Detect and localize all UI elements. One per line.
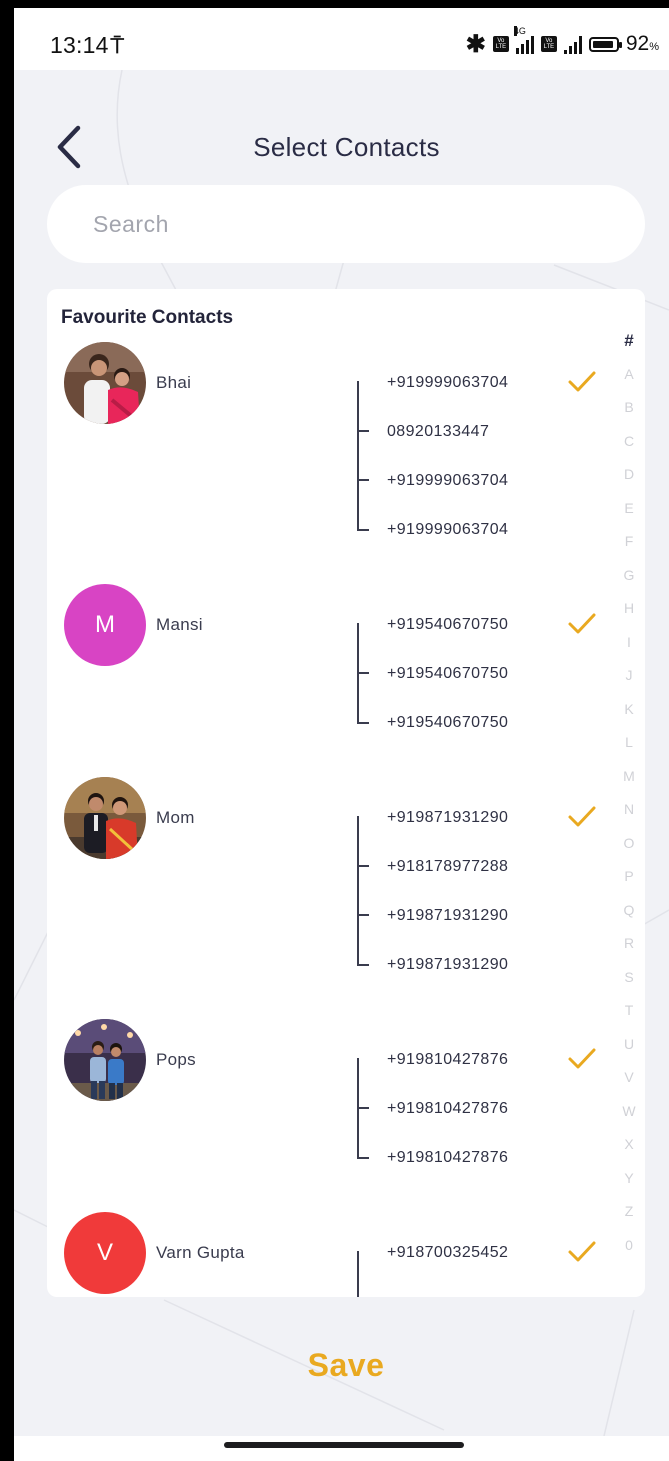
alphabet-index-letter[interactable]: L	[625, 726, 633, 760]
avatar-photo	[64, 777, 146, 859]
phone-number[interactable]: +919810427876	[387, 1149, 508, 1167]
phone-number[interactable]: +919540670750	[387, 665, 508, 683]
alphabet-index-letter[interactable]: J	[626, 659, 633, 693]
jio-icon: ⍑	[110, 33, 124, 58]
status-time: 13:14⍑	[50, 32, 124, 59]
alphabet-index[interactable]: # A B C D E F G H I J K L M N O P Q R S T U V W X Y Z 0	[617, 324, 641, 1262]
avatar-photo	[64, 1019, 146, 1101]
alphabet-index-letter[interactable]: N	[624, 793, 634, 827]
status-icons: ✱ Vo LTE 4G Vo LTE 92%	[465, 26, 659, 58]
phone-number[interactable]: +919999063704	[387, 374, 508, 392]
alphabet-index-letter[interactable]: Y	[624, 1162, 633, 1196]
content-area: Select Contacts Favourite Contacts	[14, 70, 669, 1436]
alphabet-index-letter[interactable]: I	[627, 626, 631, 660]
contact-name: Mom	[156, 808, 195, 827]
alphabet-index-letter[interactable]: H	[624, 592, 634, 626]
bluetooth-icon: ✱	[465, 30, 486, 58]
check-icon[interactable]	[567, 1239, 597, 1265]
alphabet-index-letter[interactable]: R	[624, 927, 634, 961]
home-indicator[interactable]	[224, 1442, 464, 1448]
network-type-label: 4G	[513, 26, 526, 36]
alphabet-index-letter[interactable]: T	[625, 994, 634, 1028]
phone-number[interactable]: 08920133447	[387, 423, 489, 441]
phone-number[interactable]: +919810427876	[387, 1100, 508, 1118]
avatar-photo	[64, 342, 146, 424]
alphabet-index-letter[interactable]: B	[624, 391, 633, 425]
alphabet-index-letter[interactable]: O	[624, 827, 635, 861]
alphabet-index-letter[interactable]: F	[625, 525, 634, 559]
phone-number[interactable]: +919871931290	[387, 809, 508, 827]
alphabet-index-letter[interactable]: Q	[624, 894, 635, 928]
alphabet-index-letter[interactable]: P	[624, 860, 633, 894]
avatar-initial: V	[64, 1212, 146, 1294]
clock: 13:14	[50, 32, 109, 58]
avatar-initial: M	[64, 584, 146, 666]
alphabet-index-letter[interactable]: V	[624, 1061, 633, 1095]
section-title: Favourite Contacts	[61, 307, 234, 328]
phone-number[interactable]: +919871931290	[387, 907, 508, 925]
phone-number[interactable]: +919999063704	[387, 521, 508, 539]
check-icon[interactable]	[567, 1046, 597, 1072]
alphabet-index-letter[interactable]: #	[624, 324, 633, 358]
alphabet-index-letter[interactable]: G	[624, 559, 635, 593]
phone-number[interactable]: +919540670750	[387, 714, 508, 732]
alphabet-index-letter[interactable]: E	[624, 492, 633, 526]
favourites-card: Favourite Contacts Bhai +919999063704 08…	[47, 289, 645, 1297]
phone-number[interactable]: +918700325452	[387, 1244, 508, 1262]
phone-number[interactable]: +919540670750	[387, 616, 508, 634]
alphabet-index-letter[interactable]: C	[624, 425, 634, 459]
alphabet-index-letter[interactable]: Z	[625, 1195, 634, 1229]
contact-name: Varn Gupta	[156, 1243, 245, 1262]
search-input[interactable]	[47, 185, 645, 263]
battery-percent: 92%	[625, 32, 659, 55]
phone-number[interactable]: +919871931290	[387, 956, 508, 974]
alphabet-index-letter[interactable]: K	[624, 693, 633, 727]
save-button[interactable]: Save	[241, 1330, 451, 1400]
alphabet-index-letter[interactable]: A	[624, 358, 633, 392]
alphabet-index-letter[interactable]: M	[623, 760, 635, 794]
check-icon[interactable]	[567, 369, 597, 395]
check-icon[interactable]	[567, 804, 597, 830]
status-bar: 13:14⍑ ✱ Vo LTE 4G Vo LTE 92%	[14, 8, 669, 70]
signal-icon: 4G	[513, 26, 534, 54]
phone-number[interactable]: +919810427876	[387, 1051, 508, 1069]
contact-name: Bhai	[156, 373, 192, 392]
alphabet-index-letter[interactable]: S	[624, 961, 633, 995]
volte-icon-2: Vo LTE	[540, 36, 557, 52]
check-icon[interactable]	[567, 611, 597, 637]
alphabet-index-letter[interactable]: W	[622, 1095, 635, 1129]
phone-number[interactable]: +919999063704	[387, 472, 508, 490]
phone-number[interactable]: +918178977288	[387, 858, 508, 876]
page-title: Select Contacts	[253, 132, 440, 162]
volte-icon: Vo LTE	[492, 36, 509, 52]
navigation-bar	[14, 1436, 669, 1461]
alphabet-index-letter[interactable]: D	[624, 458, 634, 492]
signal-icon-2	[563, 34, 582, 54]
contact-name: Mansi	[156, 615, 203, 634]
phone-screen: 13:14⍑ ✱ Vo LTE 4G Vo LTE 92% Select Con…	[14, 8, 669, 1461]
contact-name: Pops	[156, 1050, 196, 1069]
alphabet-index-letter[interactable]: 0	[625, 1229, 633, 1263]
alphabet-index-letter[interactable]: X	[624, 1128, 633, 1162]
battery-icon	[588, 36, 622, 52]
alphabet-index-letter[interactable]: U	[624, 1028, 634, 1062]
